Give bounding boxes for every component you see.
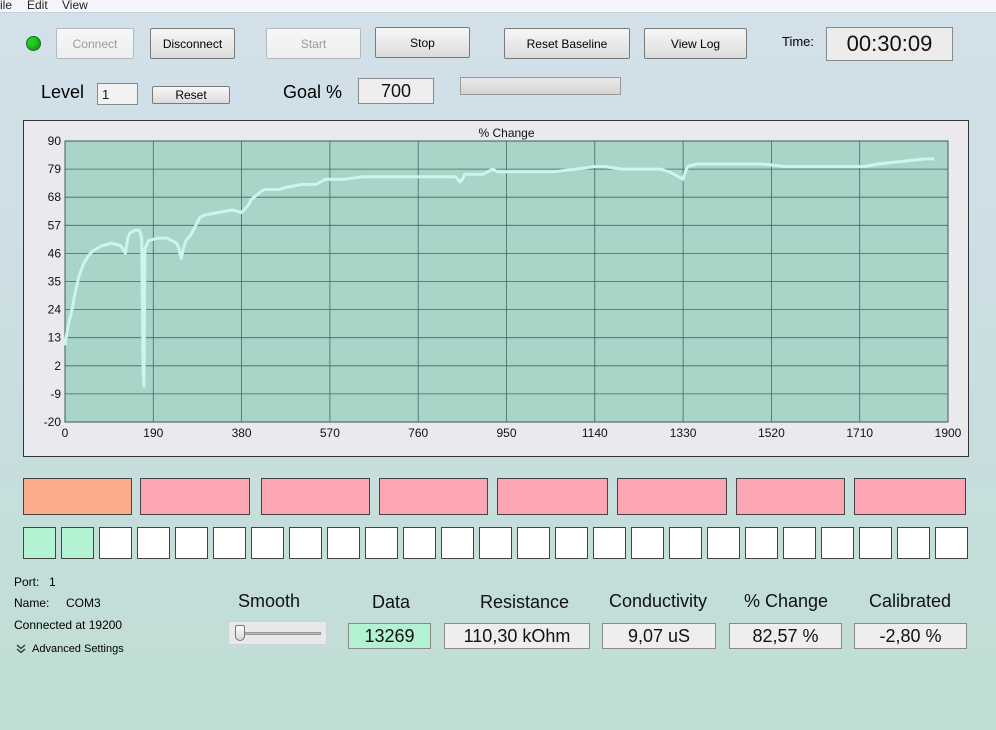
indicator-small: [707, 527, 740, 559]
x-tick-label: 1330: [670, 426, 697, 440]
data-label: Data: [372, 592, 411, 612]
level-label: Level: [41, 82, 85, 102]
indicator-small: [555, 527, 588, 559]
menu-view[interactable]: View: [62, 0, 88, 12]
indicator-small: [593, 527, 626, 559]
status-led-icon: [26, 36, 41, 51]
y-tick-label: 90: [48, 134, 62, 148]
y-tick-label: -20: [44, 415, 62, 429]
indicator-small: [61, 527, 94, 559]
indicator-small: [137, 527, 170, 559]
menu-edit[interactable]: Edit: [27, 0, 48, 12]
goal-progress-bar: [460, 77, 621, 95]
x-tick-label: 1900: [935, 426, 962, 440]
double-chevron-down-icon: [16, 644, 26, 654]
indicator-large: [736, 478, 845, 515]
smooth-slider-thumb[interactable]: [235, 625, 245, 641]
conductivity-value: 9,07 uS: [602, 623, 716, 649]
reset-baseline-button[interactable]: Reset Baseline: [504, 28, 630, 59]
y-tick-label: 46: [48, 246, 62, 260]
indicator-small: [859, 527, 892, 559]
y-tick-label: 13: [48, 331, 62, 345]
goal-value: 700: [358, 78, 434, 104]
indicator-large: [23, 478, 132, 515]
advanced-settings-toggle[interactable]: Advanced Settings: [16, 643, 124, 655]
smooth-label: Smooth: [238, 591, 301, 611]
indicator-small: [175, 527, 208, 559]
x-tick-label: 760: [408, 426, 428, 440]
connect-button[interactable]: Connect: [56, 28, 134, 59]
indicator-small: [289, 527, 322, 559]
x-tick-label: 950: [496, 426, 516, 440]
y-tick-label: -9: [50, 387, 61, 401]
menu-file[interactable]: ile: [0, 0, 12, 12]
chart-title: % Change: [478, 126, 534, 140]
x-tick-label: 570: [320, 426, 340, 440]
indicator-small: [213, 527, 246, 559]
indicator-large: [140, 478, 250, 515]
x-tick-label: 1710: [846, 426, 873, 440]
indicator-small: [935, 527, 968, 559]
y-tick-label: 24: [48, 303, 62, 317]
data-value: 13269: [348, 623, 431, 649]
start-button[interactable]: Start: [266, 28, 361, 59]
y-tick-label: 2: [54, 359, 61, 373]
view-log-button[interactable]: View Log: [644, 28, 747, 59]
indicator-small: [479, 527, 512, 559]
y-tick-label: 57: [48, 218, 62, 232]
calibrated-label: Calibrated: [869, 591, 952, 611]
conductivity-label: Conductivity: [609, 591, 708, 611]
percent-change-chart: 0 190 380 570 760 950 1140 1330 1520 1710 1900 90 79…: [44, 126, 962, 440]
time-label: Time:: [782, 34, 815, 49]
stop-button[interactable]: Stop: [375, 27, 470, 58]
indicator-small: [669, 527, 702, 559]
goal-label: Goal %: [283, 82, 343, 102]
indicator-small: [745, 527, 778, 559]
smooth-slider-track: [239, 632, 321, 635]
indicator-small: [441, 527, 474, 559]
connection-status: Connected at 19200: [14, 618, 123, 632]
x-tick-label: 190: [143, 426, 163, 440]
indicator-small: [783, 527, 816, 559]
name-value: COM3: [66, 596, 101, 610]
disconnect-button[interactable]: Disconnect: [150, 28, 235, 59]
chart-panel: 0 190 380 570 760 950 1140 1330 1520 1710 1900 90 79…: [23, 120, 969, 457]
indicator-large: [497, 478, 608, 515]
x-tick-label: 0: [62, 426, 69, 440]
indicator-small: [517, 527, 550, 559]
level-input[interactable]: 1: [97, 83, 138, 105]
x-tick-label: 1520: [758, 426, 785, 440]
indicator-large: [617, 478, 727, 515]
indicator-small: [99, 527, 132, 559]
name-label: Name:: [14, 596, 50, 610]
x-tick-label: 1140: [582, 426, 608, 440]
time-display: 00:30:09: [826, 27, 953, 61]
indicator-small: [897, 527, 930, 559]
y-tick-label: 79: [48, 162, 62, 176]
y-tick-label: 68: [48, 190, 62, 204]
percent-change-value: 82,57 %: [729, 623, 842, 649]
indicator-small: [23, 527, 56, 559]
calibrated-value: -2,80 %: [854, 623, 967, 649]
advanced-settings-label: Advanced Settings: [32, 643, 124, 655]
smooth-slider[interactable]: [228, 621, 327, 645]
percent-change-label: % Change: [744, 591, 829, 611]
resistance-value: 110,30 kOhm: [444, 623, 590, 649]
indicator-large: [379, 478, 488, 515]
indicator-small: [821, 527, 854, 559]
indicator-small: [327, 527, 360, 559]
menu-bar: ile Edit View: [0, 0, 996, 13]
indicator-small: [631, 527, 664, 559]
port-value: 1: [49, 575, 56, 589]
indicator-small: [403, 527, 436, 559]
indicator-small: [251, 527, 284, 559]
port-label: Port:: [14, 575, 40, 589]
indicator-large: [854, 478, 966, 515]
resistance-label: Resistance: [480, 592, 570, 612]
x-tick-label: 380: [232, 426, 252, 440]
indicator-small: [365, 527, 398, 559]
indicator-large: [261, 478, 370, 515]
level-reset-button[interactable]: Reset: [152, 86, 230, 104]
y-tick-label: 35: [48, 275, 62, 289]
